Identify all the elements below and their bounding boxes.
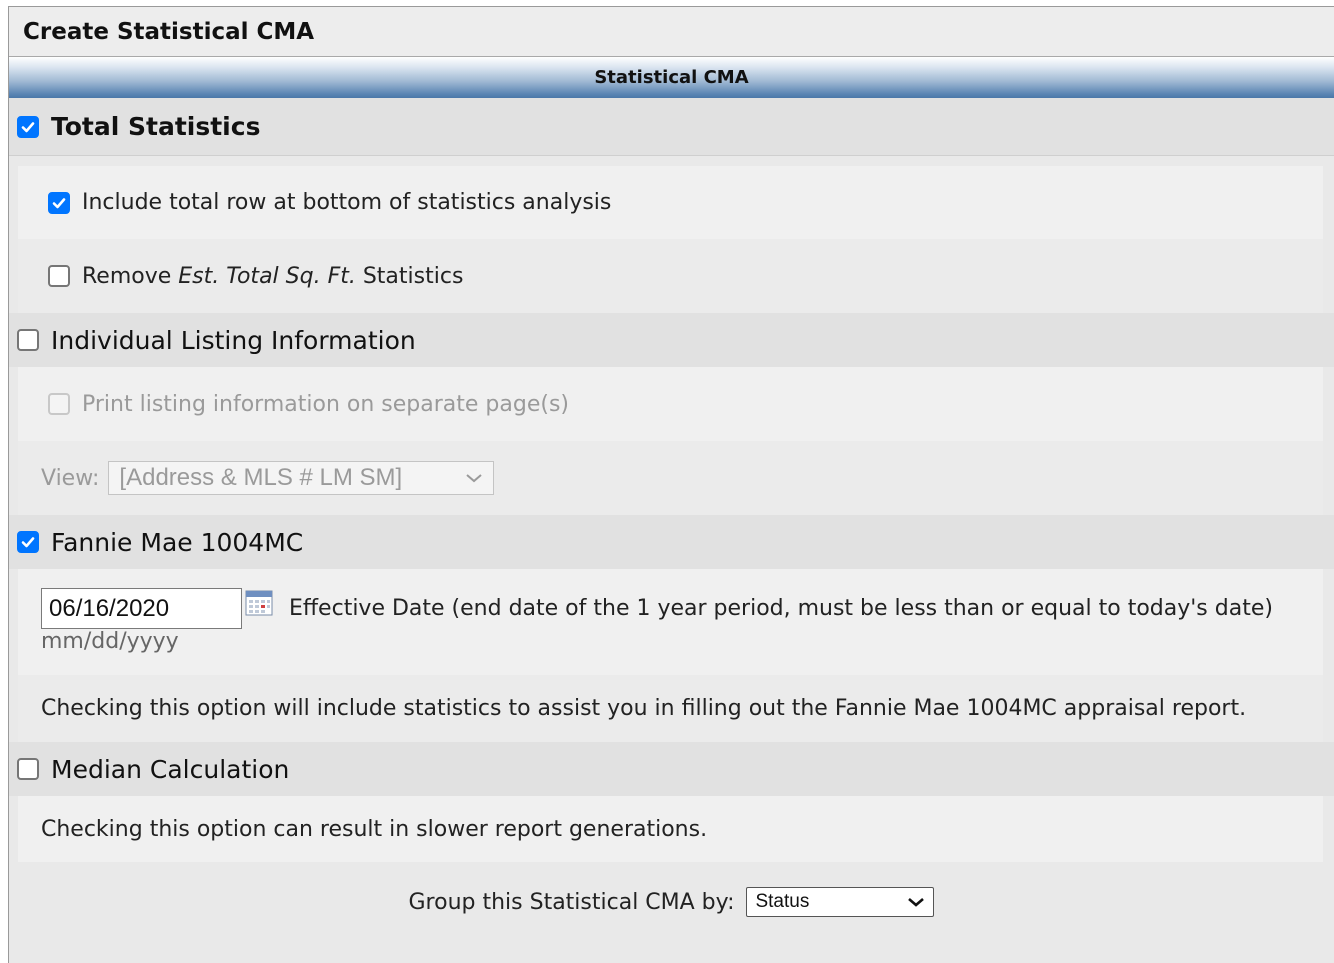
group-by-label: Group this Statistical CMA by: [408,889,735,915]
chevron-down-icon [907,896,925,908]
checkmark-icon [21,121,35,132]
remove-sqft-checkbox[interactable] [48,265,70,287]
remove-sqft-prefix: Remove [82,263,179,289]
total-statistics-checkbox[interactable] [17,115,39,138]
individual-listing-row[interactable]: Individual Listing Information [9,313,1334,367]
individual-listing-checkbox[interactable] [17,329,39,351]
dialog-title: Create Statistical CMA [9,7,1334,57]
print-separate-option[interactable]: Print listing information on separate pa… [18,367,1323,441]
include-total-row-option[interactable]: Include total row at bottom of statistic… [18,166,1323,239]
view-label: View: [41,465,100,491]
group-by-value: Status [755,891,810,912]
fannie-mae-row[interactable]: Fannie Mae 1004MC [9,515,1334,569]
effective-date-line: 06/16/2020 Effective Date (end date of t… [41,588,1273,629]
total-statistics-row[interactable]: Total Statistics [9,98,1334,156]
print-separate-checkbox[interactable] [48,393,70,415]
effective-date-row: 06/16/2020 Effective Date (end date of t… [18,569,1323,675]
remove-sqft-suffix: Statistics [355,263,464,289]
date-format-hint: mm/dd/yyyy [41,629,179,654]
checkmark-icon [21,537,35,548]
median-row[interactable]: Median Calculation [9,742,1334,796]
remove-sqft-option[interactable]: Remove Est. Total Sq. Ft. Statistics [18,239,1323,313]
remove-sqft-italic: Est. Total Sq. Ft. [178,263,356,289]
include-total-row-label: Include total row at bottom of statistic… [82,190,612,215]
median-panel: Checking this option can result in slowe… [18,796,1323,862]
section-header: Statistical CMA [9,57,1334,98]
include-total-row-checkbox[interactable] [48,191,70,214]
median-note: Checking this option can result in slowe… [18,796,1323,862]
fannie-mae-note-text: Checking this option will include statis… [41,696,1247,721]
fannie-mae-panel: 06/16/2020 Effective Date (end date of t… [18,569,1323,742]
total-statistics-panel: Include total row at bottom of statistic… [18,166,1323,313]
group-by-row: Group this Statistical CMA by: Status [9,887,1334,917]
view-select[interactable]: [Address & MLS # LM SM] [108,461,495,495]
individual-listing-panel: Print listing information on separate pa… [18,367,1323,515]
median-note-text: Checking this option can result in slowe… [41,816,708,842]
remove-sqft-label: Remove Est. Total Sq. Ft. Statistics [82,264,463,289]
effective-date-input[interactable]: 06/16/2020 [41,588,242,629]
fannie-mae-checkbox[interactable] [17,531,39,553]
print-separate-label: Print listing information on separate pa… [82,391,569,417]
chevron-down-icon [465,472,483,484]
checkmark-icon [52,197,66,208]
group-by-select[interactable]: Status [746,887,935,917]
fannie-mae-label: Fannie Mae 1004MC [51,527,304,557]
median-checkbox[interactable] [17,758,39,780]
effective-date-label: Effective Date (end date of the 1 year p… [289,596,1273,621]
median-label: Median Calculation [51,754,290,784]
fannie-mae-note: Checking this option will include statis… [18,675,1323,742]
view-select-value: [Address & MLS # LM SM] [119,464,403,491]
view-row: View: [Address & MLS # LM SM] [18,441,1323,515]
individual-listing-label: Individual Listing Information [51,325,416,355]
total-statistics-label: Total Statistics [51,112,261,141]
dialog-frame: Create Statistical CMA Statistical CMA T… [8,6,1334,963]
calendar-icon[interactable] [245,590,273,616]
